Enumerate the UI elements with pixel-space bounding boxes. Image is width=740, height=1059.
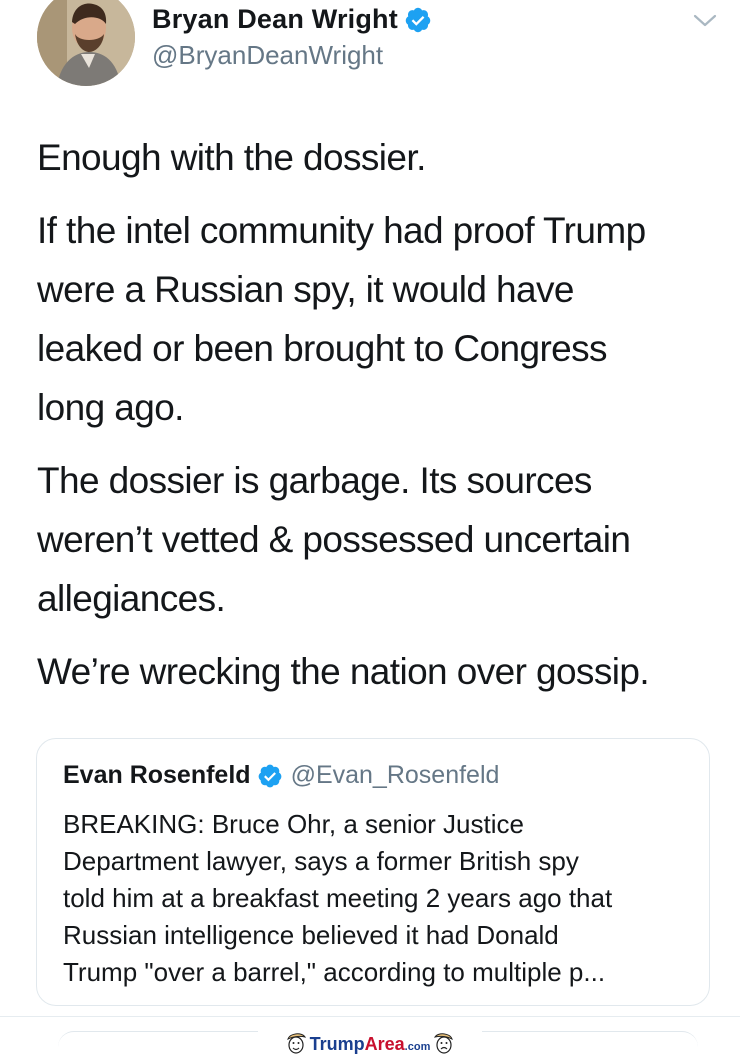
author-name-text[interactable]: Bryan Dean Wright xyxy=(152,4,398,35)
verified-badge-icon xyxy=(258,764,281,787)
avatar[interactable] xyxy=(37,0,135,86)
tweet-line: weren’t vetted & possessed uncertain xyxy=(37,519,631,560)
author-display-name[interactable]: Bryan Dean Wright xyxy=(152,4,432,35)
quoted-tweet-line: told him at a breakfast meeting 2 years … xyxy=(63,883,613,913)
author-handle[interactable]: @BryanDeanWright xyxy=(152,40,383,71)
quoted-tweet-line: BREAKING: Bruce Ohr, a senior Justice xyxy=(63,809,524,839)
tweet-line: allegiances. xyxy=(37,578,226,619)
tweet-line: were a Russian spy, it would have xyxy=(37,269,574,310)
tweet-text: Enough with the dossier. If the intel co… xyxy=(37,128,727,715)
caricature-face-icon xyxy=(286,1033,306,1054)
verified-badge-icon xyxy=(405,7,431,32)
tweet-line: The dossier is garbage. Its sources xyxy=(37,460,592,501)
watermark-logo: TrumpArea.com xyxy=(258,1030,482,1058)
tweet-paragraph: If the intel community had proof Trump w… xyxy=(37,201,727,437)
quoted-author-name: Evan Rosenfeld xyxy=(63,761,251,789)
tweet-line: long ago. xyxy=(37,387,184,428)
tweet-line: Enough with the dossier. xyxy=(37,137,426,178)
avatar-image xyxy=(37,0,135,86)
quoted-tweet-header: Evan Rosenfeld @Evan_Rosenfeld xyxy=(63,761,499,790)
quoted-tweet-line: Trump "over a barrel," according to mult… xyxy=(63,957,606,987)
tweet-line: leaked or been brought to Congress xyxy=(37,328,608,369)
quoted-tweet-line: Russian intelligence believed it had Don… xyxy=(63,920,559,950)
tweet-header: Bryan Dean Wright @BryanDeanWright xyxy=(0,0,740,100)
tweet-paragraph: The dossier is garbage. Its sources were… xyxy=(37,451,727,628)
quoted-author-handle: @Evan_Rosenfeld xyxy=(290,761,500,789)
quoted-tweet-text: BREAKING: Bruce Ohr, a senior Justice De… xyxy=(63,806,703,991)
divider xyxy=(0,1016,740,1017)
quoted-tweet-card[interactable]: Evan Rosenfeld @Evan_Rosenfeld BREAKING:… xyxy=(36,738,710,1006)
tweet-line: We’re wrecking the nation over gossip. xyxy=(37,651,650,692)
watermark-brand: TrumpArea.com xyxy=(309,1033,431,1054)
tweet-line: If the intel community had proof Trump xyxy=(37,210,646,251)
tweet-paragraph: We’re wrecking the nation over gossip. xyxy=(37,642,727,701)
tweet-paragraph: Enough with the dossier. xyxy=(37,128,727,187)
caricature-face-icon xyxy=(434,1033,454,1054)
chevron-down-icon[interactable] xyxy=(692,12,718,30)
quoted-tweet-line: Department lawyer, says a former British… xyxy=(63,846,579,876)
watermark-text: TrumpArea.com xyxy=(310,1034,431,1055)
